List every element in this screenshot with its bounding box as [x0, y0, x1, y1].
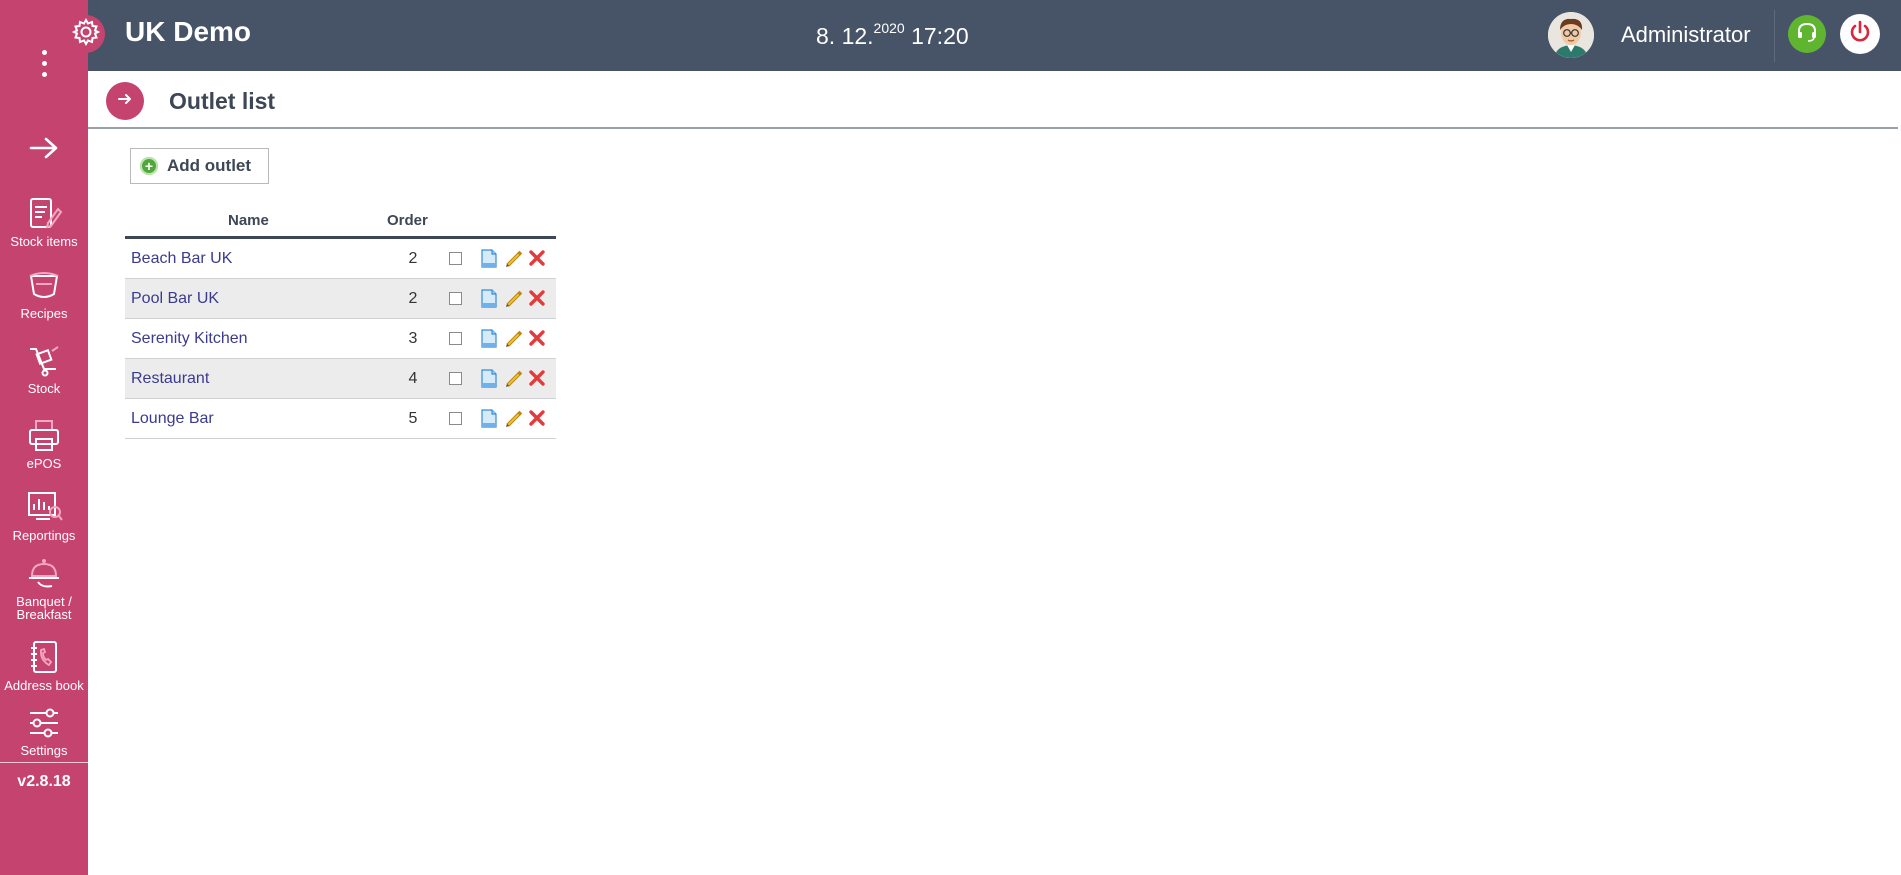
sidebar-item-label: Address book: [4, 678, 84, 693]
row-checkbox[interactable]: [449, 332, 462, 345]
header-divider: [88, 127, 1898, 129]
headset-icon: [1795, 20, 1819, 49]
outlet-order: 2: [408, 250, 418, 267]
sliders-icon: [24, 705, 64, 741]
power-icon: [1847, 19, 1873, 50]
sidebar-item-label: Stock: [27, 381, 61, 396]
delete-x-icon[interactable]: [527, 408, 547, 428]
arrow-right-icon: [117, 92, 133, 111]
table-row: Beach Bar UK 2: [125, 239, 556, 279]
sidebar-item-banquet-breakfast[interactable]: Banquet / Breakfast: [0, 556, 88, 621]
sidebar-item-stock-items[interactable]: Stock items: [0, 196, 88, 248]
table-row: Pool Bar UK 2: [125, 279, 556, 319]
sidebar-item-label: Stock items: [10, 234, 78, 249]
topbar-separator: [1774, 10, 1775, 62]
date: 8. 12.: [816, 23, 874, 49]
date-year: 2020: [873, 20, 905, 36]
pencil-edit-icon[interactable]: [503, 248, 523, 268]
logout-button[interactable]: [1840, 14, 1880, 54]
plus-circle-icon: +: [140, 157, 158, 175]
user-name[interactable]: Administrator: [1621, 22, 1751, 48]
outlet-order: 2: [408, 290, 418, 307]
outlet-order: 5: [408, 410, 418, 427]
document-icon[interactable]: [479, 368, 499, 388]
outlet-order: 3: [408, 330, 418, 347]
support-button[interactable]: [1788, 15, 1826, 53]
app-version: v2.8.18: [17, 773, 71, 790]
sidebar-item-recipes[interactable]: Recipes: [0, 268, 88, 320]
back-button[interactable]: [106, 82, 144, 120]
sidebar-item-address-book[interactable]: Address book: [0, 640, 88, 692]
row-checkbox[interactable]: [449, 372, 462, 385]
date-time: 8. 12.2020 17:20: [816, 20, 969, 50]
recipes-icon: [24, 268, 64, 304]
outlet-name-link[interactable]: Restaurant: [131, 370, 209, 388]
outlet-order: 4: [408, 370, 418, 387]
sidebar-divider: [0, 762, 88, 763]
delete-x-icon[interactable]: [527, 288, 547, 308]
stock-cart-icon: [24, 343, 64, 379]
user-avatar[interactable]: [1548, 12, 1594, 58]
time: 17:20: [911, 23, 969, 49]
delete-x-icon[interactable]: [527, 368, 547, 388]
row-checkbox[interactable]: [449, 412, 462, 425]
stock-items-icon: [24, 196, 64, 232]
row-checkbox[interactable]: [449, 292, 462, 305]
document-icon[interactable]: [479, 288, 499, 308]
sidebar-item-stock[interactable]: Stock: [0, 343, 88, 395]
pencil-edit-icon[interactable]: [503, 328, 523, 348]
delete-x-icon[interactable]: [527, 248, 547, 268]
more-menu-icon[interactable]: [36, 50, 52, 86]
expand-sidebar-arrow-icon[interactable]: [28, 136, 60, 160]
sidebar-item-label: ePOS: [26, 456, 62, 471]
printer-icon: [24, 418, 64, 454]
reporting-chart-icon: [24, 490, 64, 526]
page-title: Outlet list: [169, 88, 276, 114]
sidebar-item-settings[interactable]: Settings: [0, 705, 88, 757]
cloche-icon: [24, 556, 64, 592]
sidebar-item-epos[interactable]: ePOS: [0, 418, 88, 470]
outlet-name-link[interactable]: Lounge Bar: [131, 410, 214, 428]
column-header-name[interactable]: Name: [228, 212, 269, 229]
address-book-icon: [24, 640, 64, 676]
document-icon[interactable]: [479, 408, 499, 428]
sidebar-item-label: Settings: [20, 743, 68, 758]
document-icon[interactable]: [479, 248, 499, 268]
sidebar: Stock items Recipes Stock ePOS Reporting…: [0, 0, 88, 875]
pencil-edit-icon[interactable]: [503, 408, 523, 428]
outlet-name-link[interactable]: Serenity Kitchen: [131, 330, 248, 348]
row-checkbox[interactable]: [449, 252, 462, 265]
document-icon[interactable]: [479, 328, 499, 348]
sidebar-item-label: Recipes: [20, 306, 68, 321]
table-row: Serenity Kitchen 3: [125, 319, 556, 359]
pencil-edit-icon[interactable]: [503, 368, 523, 388]
gear-icon: [71, 17, 101, 52]
outlet-name-link[interactable]: Pool Bar UK: [131, 290, 219, 308]
top-bar: UK Demo 8. 12.2020 17:20 Administrator: [88, 0, 1901, 71]
delete-x-icon[interactable]: [527, 328, 547, 348]
add-outlet-button[interactable]: + Add outlet: [130, 148, 269, 184]
add-outlet-label: Add outlet: [167, 156, 252, 175]
app-title: UK Demo: [125, 16, 252, 47]
settings-gear-button[interactable]: [67, 15, 105, 53]
table-header: Name Order: [125, 208, 556, 239]
table-body: Beach Bar UK 2 Pool Bar UK 2 Serenity Kitche…: [125, 239, 556, 439]
sidebar-item-label-line2: Breakfast: [16, 607, 72, 622]
table-row: Restaurant 4: [125, 359, 556, 399]
sidebar-item-reportings[interactable]: Reportings: [0, 490, 88, 542]
sidebar-item-label: Reportings: [12, 528, 76, 543]
pencil-edit-icon[interactable]: [503, 288, 523, 308]
table-row: Lounge Bar 5: [125, 399, 556, 439]
outlet-table: Name Order Beach Bar UK 2 Pool Bar UK 2 Sere…: [125, 208, 556, 439]
column-header-order[interactable]: Order: [387, 212, 428, 229]
outlet-name-link[interactable]: Beach Bar UK: [131, 250, 232, 268]
